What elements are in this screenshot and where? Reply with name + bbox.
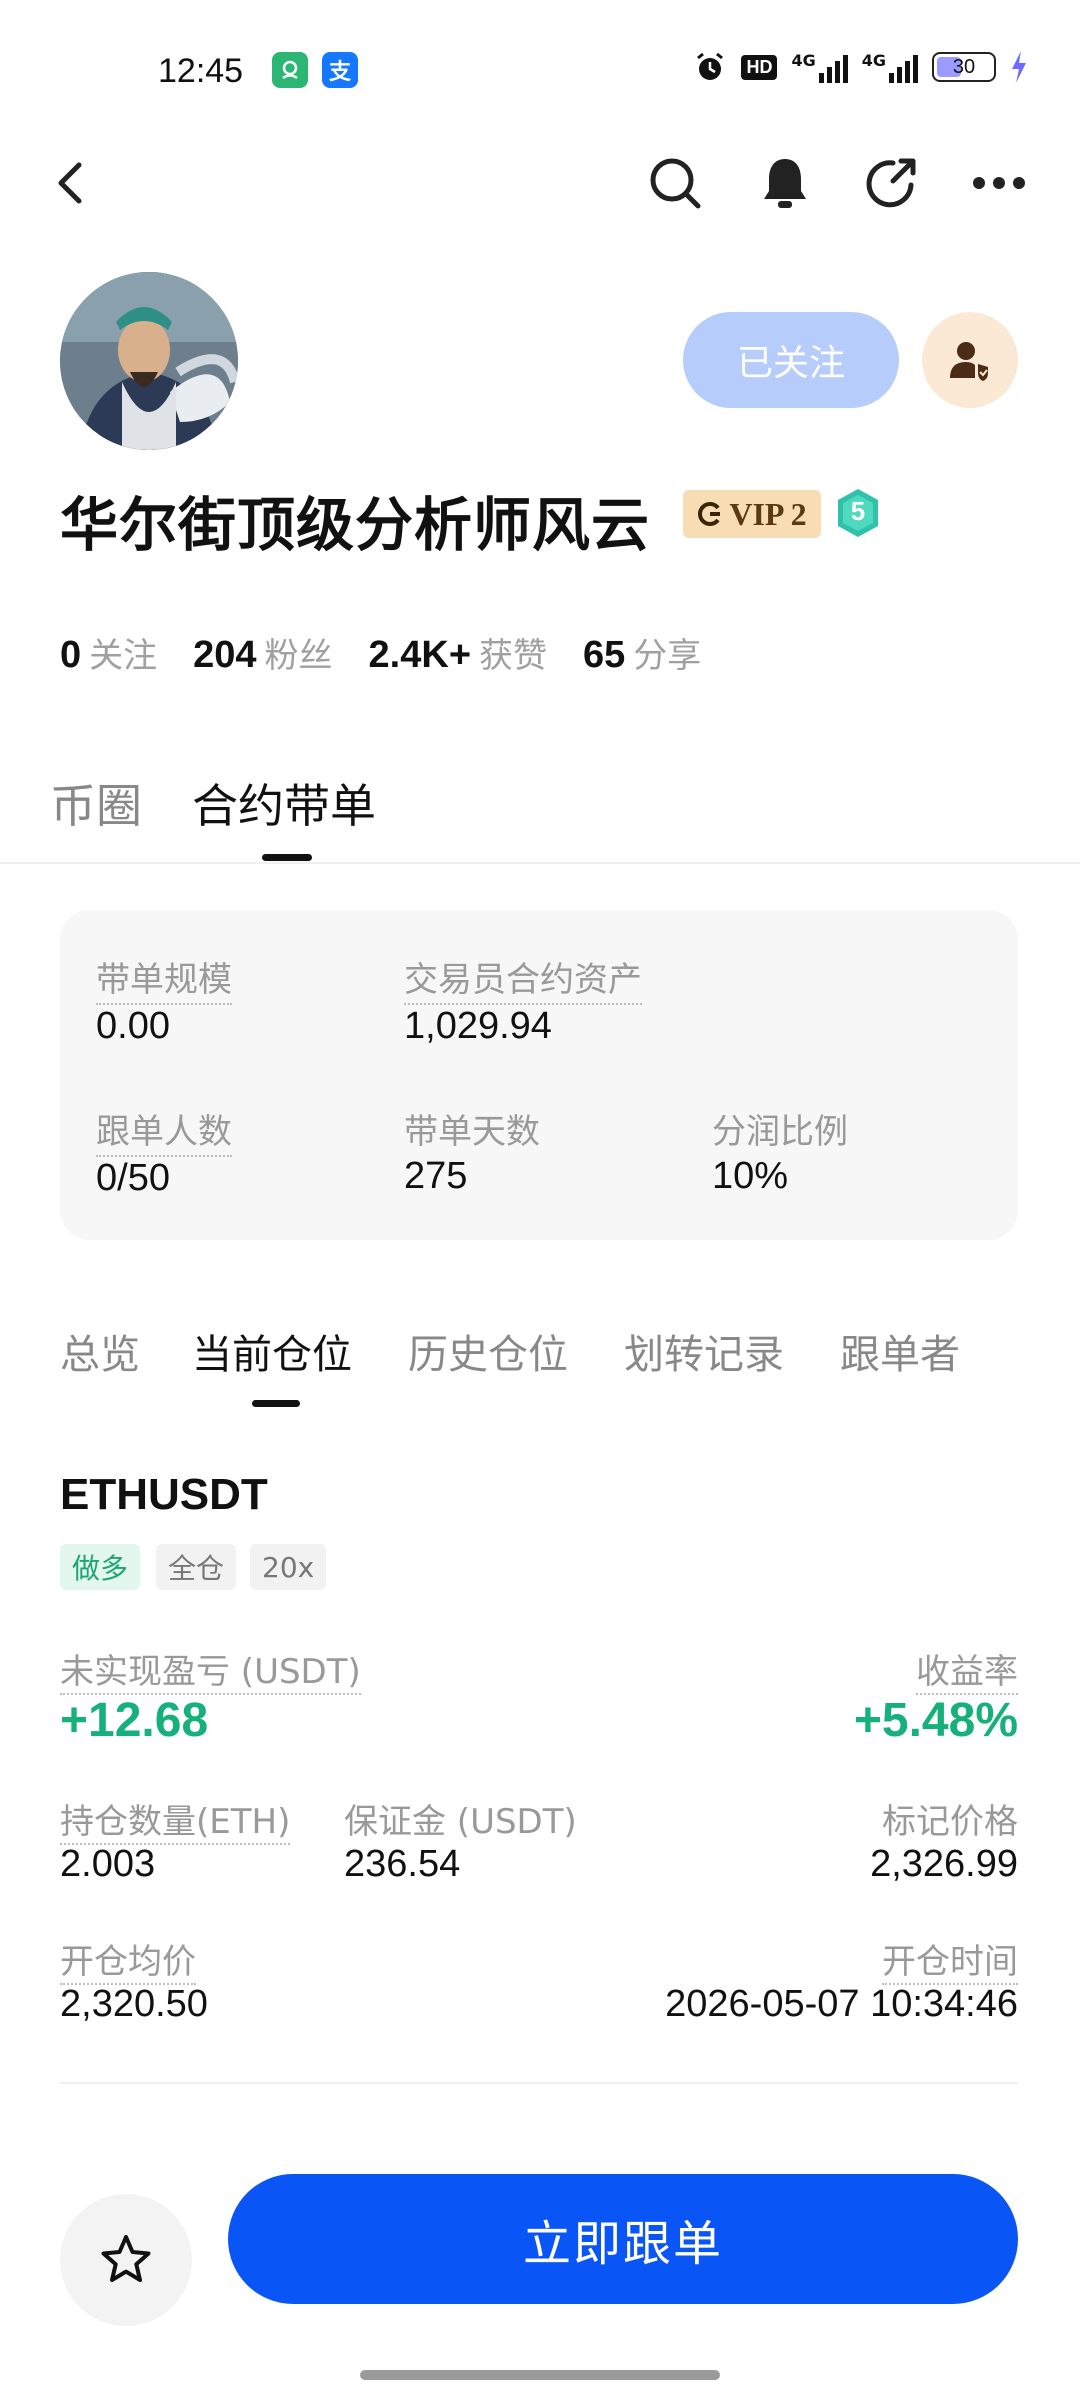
signal-icon-2: 4G [862, 51, 918, 83]
profit-share-label: 分润比例 [712, 1112, 848, 1152]
bell-icon [764, 159, 806, 208]
profile-stats: 0 关注 204 粉丝 2.4K+ 获赞 65 分享 [60, 628, 701, 677]
back-icon [58, 162, 82, 204]
stat-following[interactable]: 0 关注 [60, 628, 157, 677]
roi: 收益率 +5.48% [854, 1644, 1018, 1748]
alarm-icon [697, 52, 724, 80]
person-shield-icon [950, 342, 988, 381]
open-time-value: 2026-05-07 10:34:46 [665, 1983, 1018, 2025]
avg-entry-value: 2,320.50 [60, 1983, 208, 2025]
divider [0, 862, 1080, 864]
tab-contract-trading[interactable]: 合约带单 [192, 770, 376, 836]
unrealized-pnl-value: +12.68 [60, 1694, 209, 1747]
days-value: 275 [404, 1155, 468, 1197]
scale-stat: 带单规模 0.00 [96, 952, 232, 1048]
star-icon [101, 2235, 151, 2282]
stat-likes: 2.4K+ 获赞 [368, 634, 548, 676]
search-icon [650, 158, 701, 209]
profit-share-value: 10% [712, 1155, 789, 1197]
battery-icon: 30 [932, 52, 996, 82]
stat-shares: 65 分享 [583, 634, 702, 676]
cross-margin-tag: 全仓 [156, 1544, 237, 1590]
followers-stat: 跟单人数 0/50 [96, 1104, 232, 1200]
days-stat: 带单天数 275 [404, 1104, 540, 1198]
unrealized-pnl-label[interactable]: 未实现盈亏 (USDT) [60, 1652, 361, 1695]
share-icon [866, 158, 916, 208]
more-icon [973, 177, 1025, 189]
vip-badge: VIP 2 [683, 490, 821, 538]
favorite-button[interactable] [60, 2194, 192, 2326]
more-button[interactable] [964, 148, 1034, 218]
alipay-icon: 支 [322, 52, 358, 88]
position-symbol: ETHUSDT [60, 1470, 268, 1519]
mark-price-value: 2,326.99 [870, 1843, 1018, 1885]
tab-followers[interactable]: 跟单者 [840, 1322, 960, 1380]
avg-entry: 开仓均价 2,320.50 [60, 1934, 208, 2026]
status-time: 12:45 [158, 52, 244, 90]
assets-label[interactable]: 交易员合约资产 [404, 952, 642, 1005]
assets-stat: 交易员合约资产 1,029.94 [404, 952, 642, 1048]
copy-trade-button[interactable]: 立即跟单 [228, 2174, 1018, 2304]
notification-button[interactable] [750, 148, 820, 218]
position-qty-label[interactable]: 持仓数量(ETH) [60, 1802, 291, 1845]
avatar[interactable] [60, 272, 238, 450]
username: 华尔街顶级分析师风云 [60, 491, 651, 559]
search-button[interactable] [640, 148, 710, 218]
status-icons: HD 4G 4G 30 [693, 50, 1028, 84]
long-tag: 做多 [60, 1544, 141, 1590]
roi-value: +5.48% [853, 1694, 1018, 1747]
home-indicator[interactable] [360, 2370, 720, 2380]
margin-label: 保证金 (USDT) [344, 1802, 577, 1842]
open-time-label[interactable]: 开仓时间 [882, 1942, 1018, 1985]
charging-icon [1012, 51, 1026, 83]
hd-icon: HD [741, 54, 778, 80]
tab-indicator [262, 854, 312, 861]
scale-label[interactable]: 带单规模 [96, 952, 232, 1005]
profit-share-stat: 分润比例 10% [712, 1104, 848, 1198]
followers-label[interactable]: 跟单人数 [96, 1104, 232, 1157]
signal-icon: 4G [791, 51, 848, 83]
roi-label[interactable]: 收益率 [916, 1652, 1018, 1695]
level-badge: 5 [836, 488, 880, 538]
margin-value: 236.54 [344, 1843, 461, 1885]
share-button[interactable] [856, 148, 926, 218]
unrealized-pnl: 未实现盈亏 (USDT) +12.68 [60, 1644, 361, 1748]
position-divider [60, 2082, 1018, 2084]
tab-coin-circle[interactable]: 币圈 [50, 770, 142, 836]
margin: 保证金 (USDT) 236.54 [344, 1794, 577, 1886]
tab-transfer-records[interactable]: 划转记录 [624, 1322, 784, 1380]
follow-button[interactable]: 已关注 [683, 312, 899, 408]
mark-price: 标记价格 2,326.99 [870, 1794, 1018, 1886]
trader-profile-button[interactable] [922, 312, 1018, 408]
position-qty-value: 2.003 [60, 1843, 156, 1885]
mark-price-label: 标记价格 [882, 1802, 1018, 1842]
open-time: 开仓时间 2026-05-07 10:34:46 [665, 1934, 1018, 2026]
scale-value: 0.00 [96, 1005, 170, 1047]
tab-overview[interactable]: 总览 [60, 1322, 140, 1380]
leverage-tag: 20x [250, 1544, 327, 1590]
position-qty: 持仓数量(ETH) 2.003 [60, 1794, 291, 1886]
vip-icon [698, 502, 721, 526]
back-button[interactable] [36, 148, 106, 218]
stat-fans[interactable]: 204 粉丝 [193, 628, 332, 677]
tab-current-positions[interactable]: 当前仓位 [192, 1322, 352, 1380]
avg-entry-label[interactable]: 开仓均价 [60, 1942, 196, 1985]
followers-value: 0/50 [96, 1157, 170, 1199]
sub-tab-indicator [252, 1400, 300, 1407]
app-notification-icon [272, 52, 308, 88]
tab-history-positions[interactable]: 历史仓位 [408, 1322, 568, 1380]
assets-value: 1,029.94 [404, 1005, 552, 1047]
days-label: 带单天数 [404, 1112, 540, 1152]
